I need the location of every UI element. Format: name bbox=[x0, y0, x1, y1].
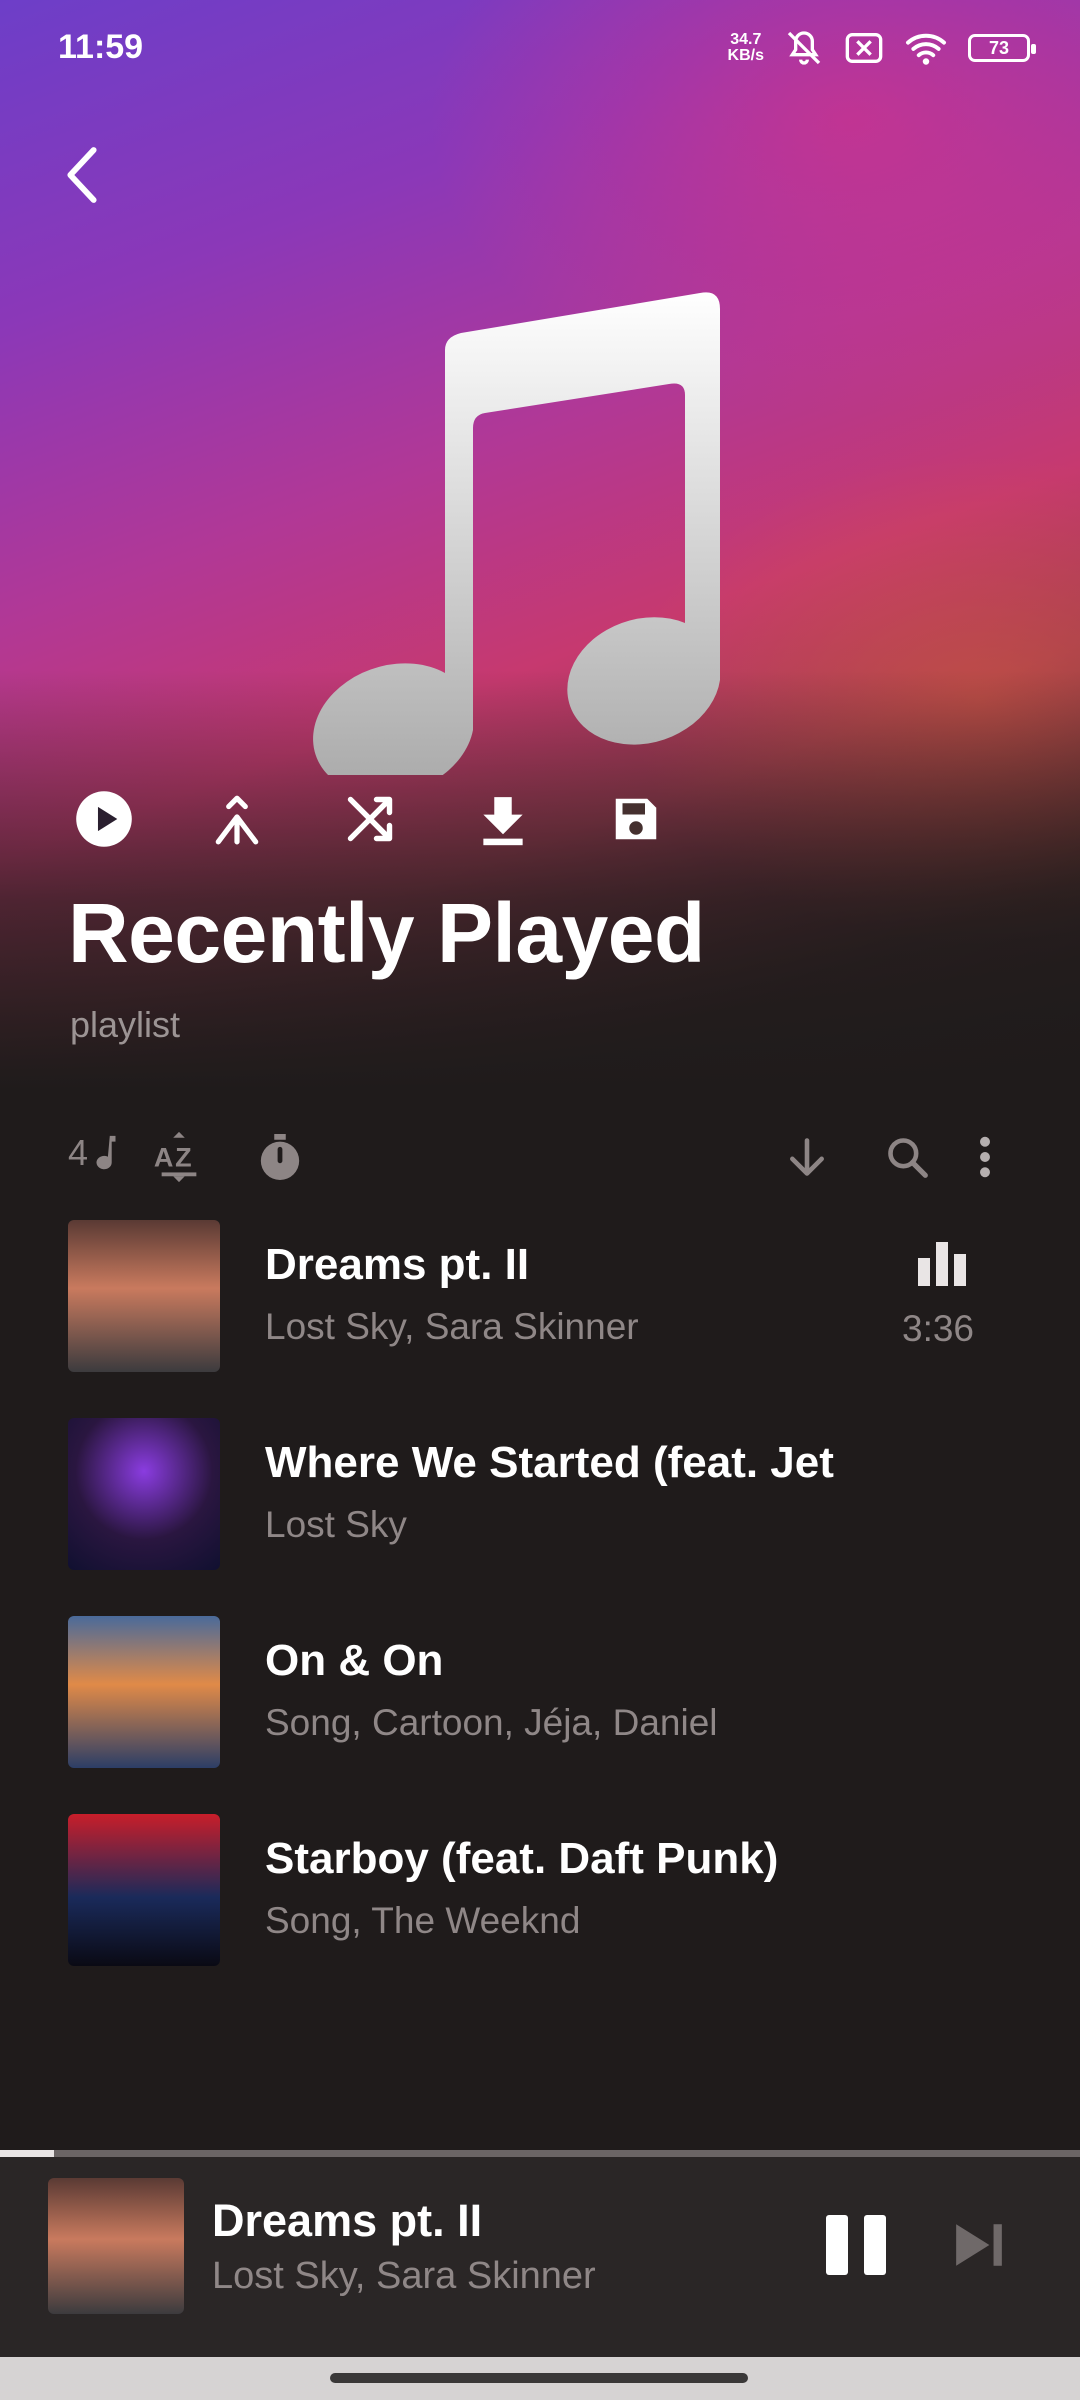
pause-button[interactable] bbox=[826, 2215, 888, 2281]
mute-icon bbox=[787, 31, 821, 65]
download-button[interactable] bbox=[474, 790, 532, 848]
track-artists: Song, Cartoon, Jéja, Daniel bbox=[265, 1702, 718, 1743]
track-artists: Lost Sky bbox=[265, 1504, 407, 1545]
track-title: Where We Started (feat. Jethro Sheeran) bbox=[265, 1438, 835, 1487]
svg-text:A: A bbox=[154, 1143, 174, 1173]
search-icon bbox=[888, 1138, 928, 1178]
chevron-left-icon bbox=[67, 147, 97, 203]
download-icon bbox=[483, 797, 523, 846]
timer-icon bbox=[260, 1134, 300, 1180]
playlist-type: playlist bbox=[70, 1004, 181, 1045]
save-icon bbox=[615, 798, 657, 840]
now-playing-equalizer-icon bbox=[918, 1242, 966, 1286]
sort-az-icon: A Z bbox=[154, 1131, 197, 1183]
pause-icon bbox=[864, 2215, 886, 2275]
status-icons: 34.7 KB/s 73 bbox=[727, 28, 1036, 68]
mini-player-album-art bbox=[48, 2178, 184, 2314]
no-sim-icon bbox=[845, 33, 883, 63]
mini-player-title: Dreams pt. II bbox=[212, 2195, 483, 2246]
album-art bbox=[68, 1814, 220, 1966]
album-art bbox=[68, 1220, 220, 1372]
playlist-actions bbox=[75, 790, 665, 848]
pause-icon bbox=[826, 2215, 848, 2275]
arrow-down-icon bbox=[790, 1138, 824, 1176]
svg-text:Z: Z bbox=[175, 1143, 192, 1173]
merge-button[interactable] bbox=[208, 790, 266, 848]
track-row[interactable]: Dreams pt. II Lost Sky, Sara Skinner 3:3… bbox=[0, 1220, 1080, 1380]
track-title: Dreams pt. II bbox=[265, 1240, 530, 1289]
music-note-icon bbox=[313, 292, 720, 775]
track-artists: Lost Sky, Sara Skinner bbox=[265, 1306, 639, 1347]
playlist-toolbar: 4 A Z bbox=[0, 1120, 1080, 1200]
shuffle-icon bbox=[347, 796, 393, 842]
play-button[interactable] bbox=[75, 790, 133, 848]
playback-progress-bar[interactable] bbox=[0, 2150, 1080, 2157]
track-row[interactable]: On & On Song, Cartoon, Jéja, Daniel bbox=[0, 1616, 1080, 1776]
home-gesture-handle[interactable] bbox=[330, 2373, 748, 2383]
network-speed: 34.7 KB/s bbox=[727, 31, 764, 64]
track-duration: 3:36 bbox=[902, 1308, 975, 1349]
system-navigation-bar bbox=[0, 2357, 1080, 2400]
track-count: 4 bbox=[68, 1132, 118, 1174]
play-icon bbox=[76, 791, 132, 847]
music-note-icon bbox=[96, 1135, 116, 1170]
track-title: On & On bbox=[265, 1636, 444, 1685]
mini-player[interactable]: Dreams pt. II Lost Sky, Sara Skinner bbox=[0, 2157, 1080, 2357]
skip-next-button[interactable] bbox=[952, 2219, 1006, 2276]
mini-player-artists: Lost Sky, Sara Skinner bbox=[212, 2255, 596, 2297]
back-button[interactable] bbox=[52, 140, 112, 210]
skip-next-icon bbox=[956, 2224, 1002, 2266]
album-art bbox=[68, 1418, 220, 1570]
track-row[interactable]: Starboy (feat. Daft Punk) Song, The Week… bbox=[0, 1814, 1080, 1974]
scroll-down-button[interactable] bbox=[780, 1130, 834, 1184]
track-row[interactable]: Where We Started (feat. Jethro Sheeran) … bbox=[0, 1418, 1080, 1578]
battery-icon: 73 bbox=[968, 34, 1036, 62]
save-button[interactable] bbox=[607, 790, 665, 848]
sort-button[interactable]: A Z bbox=[152, 1130, 206, 1184]
status-bar: 11:59 34.7 KB/s 73 bbox=[0, 0, 1080, 100]
merge-icon bbox=[215, 795, 259, 845]
sleep-timer-button[interactable] bbox=[253, 1130, 307, 1184]
album-art bbox=[68, 1616, 220, 1768]
playback-progress-fill bbox=[0, 2150, 54, 2157]
shuffle-button[interactable] bbox=[341, 790, 399, 848]
more-options-button[interactable] bbox=[958, 1130, 1012, 1184]
track-title: Starboy (feat. Daft Punk) bbox=[265, 1834, 779, 1883]
wifi-icon bbox=[906, 33, 946, 65]
track-artists: Song, The Weeknd bbox=[265, 1900, 581, 1941]
playlist-title: Recently Played bbox=[68, 886, 705, 980]
more-vert-icon bbox=[980, 1136, 990, 1178]
status-time: 11:59 bbox=[58, 28, 144, 66]
search-button[interactable] bbox=[880, 1130, 934, 1184]
